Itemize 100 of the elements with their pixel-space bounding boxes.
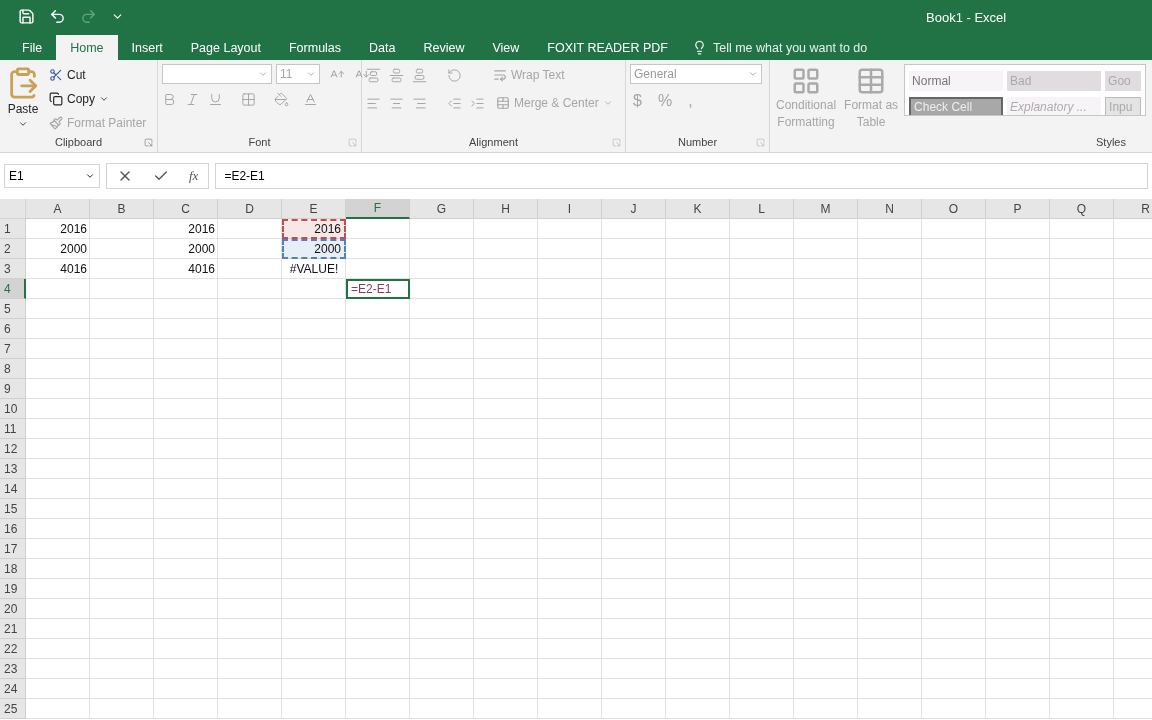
fill-color-icon[interactable] — [274, 92, 289, 107]
column-header[interactable]: L — [730, 199, 794, 219]
row-header[interactable]: 4 — [0, 279, 26, 299]
row-header[interactable]: 13 — [0, 459, 26, 479]
underline-icon[interactable] — [208, 92, 223, 107]
column-header[interactable]: E — [282, 199, 346, 219]
row-header[interactable]: 22 — [0, 639, 26, 659]
paintbrush-icon — [49, 116, 63, 130]
row-header[interactable]: 25 — [0, 699, 26, 719]
cell-style[interactable]: Normal — [909, 71, 1004, 91]
row-header[interactable]: 14 — [0, 479, 26, 499]
increase-indent-icon[interactable] — [470, 95, 485, 111]
row-header[interactable]: 15 — [0, 499, 26, 519]
paste-button[interactable]: Paste — [4, 64, 42, 134]
table-cell-text: 4016 — [187, 261, 216, 278]
dialog-launcher-icon[interactable] — [144, 138, 153, 147]
grid-icon — [791, 66, 821, 96]
column-header[interactable]: K — [666, 199, 730, 219]
bottom-align-icon[interactable] — [412, 67, 427, 83]
caret-icon — [258, 69, 268, 79]
caret-icon — [99, 94, 109, 104]
ribbon-tab[interactable]: Insert — [117, 35, 177, 60]
tell-me-search[interactable]: Tell me what you want to do — [691, 35, 868, 60]
merge-icon — [496, 96, 510, 110]
align-center-icon[interactable] — [389, 95, 404, 111]
ribbon-tab[interactable]: Home — [56, 35, 118, 60]
row-header[interactable]: 8 — [0, 359, 26, 379]
formula-field[interactable]: =E2-E1 — [215, 163, 1148, 189]
middle-align-icon[interactable] — [389, 67, 404, 83]
column-header[interactable]: M — [794, 199, 858, 219]
column-header[interactable]: C — [154, 199, 218, 219]
caret-icon — [306, 69, 316, 79]
row-header[interactable]: 17 — [0, 539, 26, 559]
column-header[interactable]: B — [90, 199, 154, 219]
redo-icon[interactable] — [80, 7, 97, 25]
column-header[interactable]: J — [602, 199, 666, 219]
orientation-icon[interactable] — [447, 67, 462, 83]
save-icon[interactable] — [18, 7, 35, 25]
column-header[interactable]: H — [474, 199, 538, 219]
row-header[interactable]: 9 — [0, 379, 26, 399]
column-header[interactable]: A — [26, 199, 90, 219]
dialog-launcher-icon[interactable] — [612, 138, 621, 147]
wrap-text-icon — [493, 68, 507, 82]
ribbon-tab[interactable]: Page Layout — [176, 35, 275, 60]
row-header[interactable]: 7 — [0, 339, 26, 359]
column-header[interactable]: P — [986, 199, 1050, 219]
ribbon-tab[interactable]: Formulas — [274, 35, 356, 60]
font-color-icon[interactable] — [303, 92, 318, 107]
column-header[interactable]: O — [922, 199, 986, 219]
table-cell: =E2-E1 — [346, 279, 410, 299]
copy-button[interactable]: Copy — [46, 88, 150, 110]
ribbon-tab[interactable]: View — [478, 35, 534, 60]
dialog-launcher-icon[interactable] — [756, 138, 765, 147]
top-align-icon[interactable] — [366, 67, 381, 83]
align-right-icon[interactable] — [412, 95, 427, 111]
row-header[interactable]: 2 — [0, 239, 26, 259]
row-header[interactable]: 11 — [0, 419, 26, 439]
row-header[interactable]: 1 — [0, 219, 26, 239]
row-header[interactable]: 19 — [0, 579, 26, 599]
column-header[interactable]: G — [410, 199, 474, 219]
column-header[interactable]: N — [858, 199, 922, 219]
row-header[interactable]: 18 — [0, 559, 26, 579]
column-header[interactable]: I — [538, 199, 602, 219]
name-box[interactable]: E1 — [4, 164, 100, 188]
copy-icon — [49, 92, 63, 106]
column-header[interactable]: Q — [1050, 199, 1114, 219]
table-cell-text: 4016 — [59, 261, 88, 278]
cut-button[interactable]: Cut — [46, 64, 150, 86]
insert-function-icon[interactable]: fx — [189, 168, 199, 184]
column-header[interactable]: R — [1114, 199, 1152, 219]
column-header[interactable]: F — [346, 199, 410, 219]
row-header[interactable]: 3 — [0, 259, 26, 279]
dialog-launcher-icon[interactable] — [348, 138, 357, 147]
row-header[interactable]: 20 — [0, 599, 26, 619]
decrease-indent-icon[interactable] — [447, 95, 462, 111]
group-label: Font — [247, 135, 272, 150]
caret-icon — [85, 171, 95, 181]
align-left-icon[interactable] — [366, 95, 381, 111]
bold-icon[interactable] — [162, 92, 177, 107]
row-header[interactable]: 16 — [0, 519, 26, 539]
italic-icon[interactable] — [185, 92, 200, 107]
undo-icon[interactable] — [49, 7, 66, 25]
borders-icon[interactable] — [241, 92, 256, 107]
row-header[interactable]: 10 — [0, 399, 26, 419]
column-header[interactable]: D — [218, 199, 282, 219]
ribbon-tab[interactable]: Data — [355, 35, 410, 60]
ribbon-tab[interactable]: Review — [409, 35, 479, 60]
select-all-corner[interactable] — [0, 199, 26, 219]
row-header[interactable]: 21 — [0, 619, 26, 639]
font-name-field[interactable] — [162, 64, 272, 84]
row-header[interactable]: 6 — [0, 319, 26, 339]
table-cell-text: 2000 — [59, 241, 88, 258]
ribbon-tab[interactable]: FOXIT READER PDF — [533, 35, 682, 60]
ribbon-tab[interactable]: File — [8, 35, 57, 60]
row-header[interactable]: 24 — [0, 679, 26, 699]
group-label: Number — [676, 135, 719, 150]
row-header[interactable]: 5 — [0, 299, 26, 319]
group-label: Clipboard — [53, 135, 104, 150]
row-header[interactable]: 12 — [0, 439, 26, 459]
row-header[interactable]: 23 — [0, 659, 26, 679]
